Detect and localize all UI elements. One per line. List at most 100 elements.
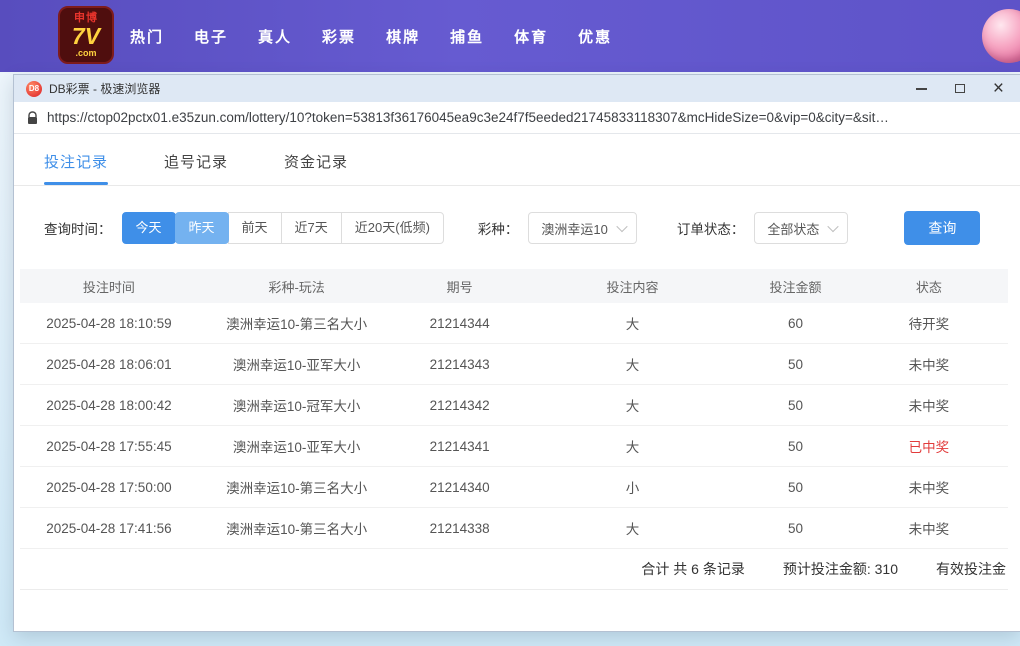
cell-status: 未中奖 [908,358,950,373]
time-option-day-before[interactable]: 前天 [227,212,282,244]
col-header-issue: 期号 [446,279,473,295]
bet-records-table: 投注时间 彩种-玩法 期号 投注内容 投注金额 状态 2025-04-28 18… [14,269,1020,590]
window-titlebar: D8 DB彩票 - 极速浏览器 × [14,75,1020,102]
table-header-row: 投注时间 彩种-玩法 期号 投注内容 投注金额 状态 [20,269,1008,303]
cell-game: 澳洲幸运10-第三名大小 [226,317,368,332]
table-row: 2025-04-28 18:10:59 澳洲幸运10-第三名大小 2121434… [20,303,1008,344]
cell-game: 澳洲幸运10-亚军大小 [232,358,361,373]
cell-status: 未中奖 [908,522,950,537]
site-header: 申博 7V .com 热门 电子 真人 彩票 棋牌 捕鱼 体育 优惠 [0,0,1020,72]
user-avatar[interactable] [982,9,1020,63]
col-header-status: 状态 [915,279,942,295]
col-header-time: 投注时间 [82,279,135,295]
col-header-game: 彩种-玩法 [268,279,325,295]
chevron-down-icon [616,220,628,233]
order-status-select[interactable]: 全部状态 [754,212,849,244]
status-filter-label: 订单状态： [676,222,745,237]
filter-bar: 查询时间： 今天 昨天 前天 近7天 近20天(低频) 彩种： 澳洲幸运10 订… [44,211,1020,245]
cell-amount: 50 [788,479,804,495]
nav-item-live[interactable]: 真人 [258,26,292,47]
summary-valid-amount: 有效投注金 [936,561,1006,577]
cell-game: 澳洲幸运10-第三名大小 [226,522,368,537]
record-tabs: 投注记录 追号记录 资金记录 [14,134,1020,186]
cell-game: 澳洲幸运10-冠军大小 [232,399,361,414]
cell-issue: 21214340 [429,479,490,495]
window-title: DB彩票 - 极速浏览器 [49,82,161,96]
cell-time: 2025-04-28 18:06:01 [46,356,172,372]
table-row: 2025-04-28 17:55:45 澳洲幸运10-亚军大小 21214341… [20,426,1008,467]
time-range-segment: 今天 昨天 前天 近7天 近20天(低频) [121,212,444,244]
time-option-20days[interactable]: 近20天(低频) [340,212,444,244]
cell-content: 大 [625,317,640,332]
url-text[interactable]: https://ctop02pctx01.e35zun.com/lottery/… [47,110,889,125]
table-row: 2025-04-28 17:41:56 澳洲幸运10-第三名大小 2121433… [20,508,1008,549]
main-nav: 热门 电子 真人 彩票 棋牌 捕鱼 体育 优惠 [130,0,612,72]
col-header-amount: 投注金额 [769,279,822,295]
nav-item-electronic[interactable]: 电子 [194,26,228,47]
nav-item-fishing[interactable]: 捕鱼 [450,26,484,47]
chevron-down-icon [827,220,840,233]
lottery-select-value: 澳洲幸运10 [541,221,608,237]
minimize-icon[interactable] [915,81,927,97]
tab-bet-records[interactable]: 投注记录 [44,151,109,185]
lottery-filter-label: 彩种： [477,222,519,237]
nav-item-hot[interactable]: 热门 [130,26,164,47]
cell-time: 2025-04-28 18:10:59 [46,315,172,331]
cell-status: 已中奖 [908,440,950,455]
col-header-content: 投注内容 [606,279,659,295]
cell-issue: 21214342 [429,397,490,413]
table-row: 2025-04-28 17:50:00 澳洲幸运10-第三名大小 2121434… [20,467,1008,508]
table-summary-row: 合计 共 6 条记录 预计投注金额: 310 有效投注金 [20,549,1008,590]
browser-window: D8 DB彩票 - 极速浏览器 × https://ctop02pctx01.e… [14,75,1020,631]
address-bar: https://ctop02pctx01.e35zun.com/lottery/… [14,102,1020,134]
order-status-value: 全部状态 [767,221,820,237]
cell-amount: 60 [788,315,804,331]
nav-item-chess[interactable]: 棋牌 [386,26,420,47]
cell-time: 2025-04-28 17:41:56 [46,520,172,536]
time-option-today[interactable]: 今天 [121,212,176,244]
nav-item-promo[interactable]: 优惠 [578,26,612,47]
lock-icon [27,110,38,125]
cell-game: 澳洲幸运10-第三名大小 [226,481,368,496]
time-filter-label: 查询时间： [44,222,112,237]
site-logo[interactable]: 申博 7V .com [58,6,114,64]
summary-expected-amount: 预计投注金额: 310 [782,561,898,577]
time-option-yesterday[interactable]: 昨天 [174,212,229,244]
cell-amount: 50 [788,438,804,454]
cell-time: 2025-04-28 17:50:00 [46,479,172,495]
app-icon: D8 [26,80,42,97]
cell-amount: 50 [788,397,804,413]
table-row: 2025-04-28 18:06:01 澳洲幸运10-亚军大小 21214343… [20,344,1008,385]
nav-item-sports[interactable]: 体育 [514,26,548,47]
maximize-icon[interactable] [954,81,965,97]
cell-time: 2025-04-28 18:00:42 [46,397,172,413]
time-option-7days[interactable]: 近7天 [280,212,342,244]
cell-time: 2025-04-28 17:55:45 [46,438,172,454]
cell-status: 未中奖 [908,399,950,414]
cell-amount: 50 [788,356,804,372]
logo-main-text: 7V [71,23,101,49]
tab-fund-records[interactable]: 资金记录 [284,151,348,185]
close-icon[interactable]: × [993,79,1004,98]
logo-sub-text: .com [75,48,97,58]
nav-item-lottery[interactable]: 彩票 [322,26,356,47]
cell-amount: 50 [788,520,804,536]
cell-content: 大 [625,399,640,414]
cell-content: 小 [625,481,640,496]
cell-issue: 21214344 [429,315,490,331]
cell-content: 大 [625,358,640,373]
cell-issue: 21214343 [429,356,490,372]
cell-content: 大 [625,522,640,537]
cell-status: 未中奖 [908,481,950,496]
cell-status: 待开奖 [908,317,950,332]
tab-chase-records[interactable]: 追号记录 [164,151,228,185]
cell-issue: 21214341 [429,438,490,454]
cell-issue: 21214338 [429,520,490,536]
table-row: 2025-04-28 18:00:42 澳洲幸运10-冠军大小 21214342… [20,385,1008,426]
lottery-select[interactable]: 澳洲幸运10 [528,212,637,244]
cell-game: 澳洲幸运10-亚军大小 [232,440,361,455]
search-button[interactable]: 查询 [904,211,981,245]
summary-total: 合计 共 6 条记录 [641,561,745,577]
cell-content: 大 [625,440,640,455]
window-controls: × [915,79,1008,98]
